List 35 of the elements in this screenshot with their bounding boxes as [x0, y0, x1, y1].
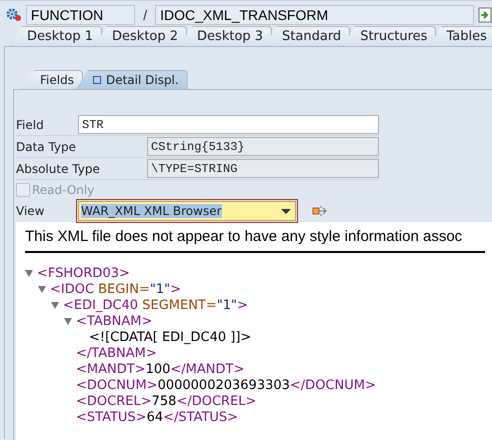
object-name-field[interactable]: IDOC_XML_TRANSFORM: [155, 4, 474, 24]
tab[interactable]: Fields: [23, 70, 83, 89]
xml-line: <STATUS>64</STATUS>: [76, 410, 238, 424]
gear-icon: [6, 8, 22, 22]
xml-line: <EDI_DC40 SEGMENT="1">: [63, 298, 248, 312]
object-type-field[interactable]: FUNCTION: [26, 4, 136, 24]
xml-line: <TABNAM>: [76, 314, 152, 328]
tab[interactable]: Desktop 3: [180, 26, 272, 46]
xml-line: <DOCREL>758</DOCREL>: [76, 394, 256, 408]
xml-line: <![CDATA[ EDI_DC40 ]]>: [89, 330, 252, 344]
tab[interactable]: Structures: [343, 26, 436, 46]
xml-line: <DOCNUM>0000000203693303</DOCNUM>: [76, 378, 376, 392]
tab[interactable]: Tables: [429, 26, 492, 46]
xml-line: <IDOC BEGIN="1">: [50, 282, 181, 296]
xml-line: <FSHORD03>: [37, 266, 130, 280]
tab[interactable]: Standard: [265, 26, 350, 46]
xml-line: </TABNAM>: [76, 346, 157, 360]
tab[interactable]: Desktop 2: [95, 26, 188, 46]
caret-icon: [281, 208, 291, 214]
tab[interactable]: Detail Displ.: [76, 70, 188, 89]
notice-text: This XML file does not appear to have any style information assoc: [25, 224, 485, 253]
checkbox-label: Read-Only: [32, 183, 94, 197]
view-dropdown[interactable]: WAR_XML XML Browser: [78, 201, 296, 221]
xml-line: <MANDT>100</MANDT>: [76, 362, 244, 376]
value-field[interactable]: STR: [78, 115, 379, 134]
export-icon[interactable]: [312, 204, 328, 218]
separator-text: /: [142, 6, 148, 22]
tab[interactable]: Desktop 1: [10, 26, 102, 46]
field-label: View: [16, 204, 46, 218]
value-field[interactable]: \TYPE=STRING: [147, 159, 379, 178]
enter-icon[interactable]: [478, 6, 492, 22]
field-label: Field: [16, 118, 45, 132]
field-label: Data Type: [16, 140, 78, 154]
value-field[interactable]: CString{5133}: [147, 137, 379, 156]
field-label: Absolute Type: [16, 162, 100, 176]
